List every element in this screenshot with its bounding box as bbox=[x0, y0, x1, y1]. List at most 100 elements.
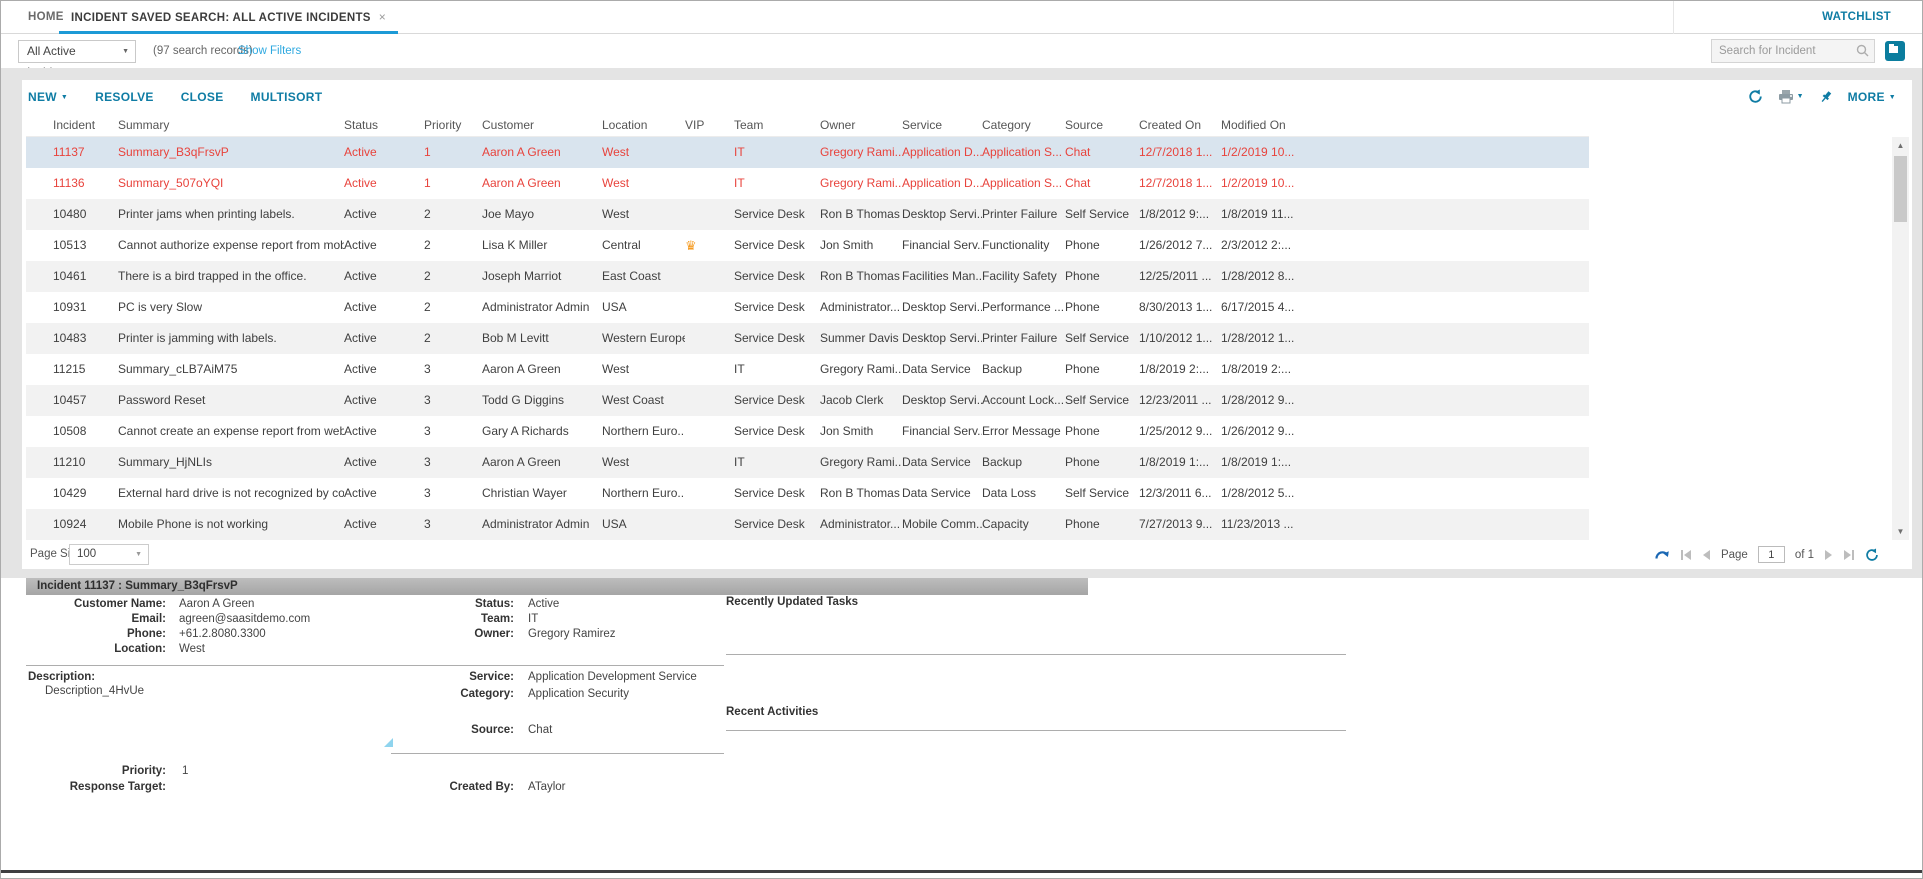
saved-search-icon[interactable] bbox=[1885, 41, 1905, 61]
cell-customer: Todd G Diggins bbox=[482, 385, 602, 416]
cell-modified: 1/8/2019 11... bbox=[1221, 199, 1311, 230]
cell-created: 1/8/2019 2:... bbox=[1139, 354, 1221, 385]
cell-summary: Mobile Phone is not working bbox=[118, 509, 344, 540]
cell-summary: There is a bird trapped in the office. bbox=[118, 261, 344, 292]
watch-icon[interactable] bbox=[1654, 548, 1670, 562]
cell-summary: Password Reset bbox=[118, 385, 344, 416]
cell-owner: Jon Smith bbox=[820, 230, 902, 261]
grid-row-10480[interactable]: 10480Printer jams when printing labels.A… bbox=[26, 199, 1589, 230]
toolbar-icons: ▼ MORE▼ bbox=[1748, 80, 1896, 113]
cell-category: Capacity bbox=[982, 509, 1065, 540]
cell-priority: 3 bbox=[424, 385, 482, 416]
column-header-priority[interactable]: Priority bbox=[424, 113, 482, 136]
cell-priority: 3 bbox=[424, 478, 482, 509]
grid-row-11210[interactable]: 11210Summary_HjNLIsActive3Aaron A GreenW… bbox=[26, 447, 1589, 478]
cell-incident: 10924 bbox=[53, 509, 118, 540]
created-by-value: ATaylor bbox=[528, 781, 566, 793]
cell-status: Active bbox=[344, 323, 424, 354]
first-page-icon[interactable] bbox=[1680, 550, 1692, 560]
print-icon[interactable]: ▼ bbox=[1778, 89, 1804, 104]
grid-row-11215[interactable]: 11215Summary_cLB7AiM75Active3Aaron A Gre… bbox=[26, 354, 1589, 385]
cell-category: Error Message bbox=[982, 416, 1065, 447]
saved-search-dropdown[interactable]: All Active Incidents ▼ bbox=[18, 40, 136, 63]
cell-owner: Ron B Thomas bbox=[820, 199, 902, 230]
grid-row-10508[interactable]: 10508Cannot create an expense report fro… bbox=[26, 416, 1589, 447]
column-header-category[interactable]: Category bbox=[982, 113, 1065, 136]
cell-incident: 10429 bbox=[53, 478, 118, 509]
grid-row-10461[interactable]: 10461There is a bird trapped in the offi… bbox=[26, 261, 1589, 292]
column-header-summary[interactable]: Summary bbox=[118, 113, 344, 136]
refresh-icon[interactable] bbox=[1748, 89, 1763, 104]
scrollbar-thumb[interactable] bbox=[1894, 156, 1907, 222]
textarea-resize-handle[interactable] bbox=[384, 738, 393, 747]
column-header-created[interactable]: Created On bbox=[1139, 113, 1221, 136]
column-header-vip[interactable]: VIP bbox=[685, 113, 734, 136]
cell-category: Printer Failure bbox=[982, 199, 1065, 230]
column-header-service[interactable]: Service bbox=[902, 113, 982, 136]
tab-close-icon[interactable]: × bbox=[379, 10, 386, 24]
last-page-icon[interactable] bbox=[1843, 550, 1855, 560]
cell-modified: 1/26/2012 9... bbox=[1221, 416, 1311, 447]
scroll-down-icon[interactable]: ▼ bbox=[1892, 523, 1909, 540]
cell-modified: 1/28/2012 8... bbox=[1221, 261, 1311, 292]
reload-page-icon[interactable] bbox=[1865, 548, 1879, 562]
column-header-team[interactable]: Team bbox=[734, 113, 820, 136]
grid-row-10457[interactable]: 10457Password ResetActive3Todd G Diggins… bbox=[26, 385, 1589, 416]
page-size-value: 100 bbox=[77, 548, 96, 560]
grid-row-10483[interactable]: 10483Printer is jamming with labels.Acti… bbox=[26, 323, 1589, 354]
multisort-button[interactable]: MULTISORT bbox=[251, 90, 323, 104]
show-filters-link[interactable]: Show Filters bbox=[238, 34, 301, 68]
cell-category: Data Loss bbox=[982, 478, 1065, 509]
folder-glyph bbox=[1889, 46, 1898, 53]
cell-location: West bbox=[602, 199, 685, 230]
column-header-location[interactable]: Location bbox=[602, 113, 685, 136]
more-button[interactable]: MORE▼ bbox=[1848, 90, 1896, 104]
cell-vip bbox=[685, 261, 734, 292]
cell-status: Active bbox=[344, 168, 424, 199]
resolve-button[interactable]: RESOLVE bbox=[95, 90, 154, 104]
cell-summary: Printer jams when printing labels. bbox=[118, 199, 344, 230]
new-button[interactable]: NEW▼ bbox=[28, 90, 68, 104]
grid-row-11136[interactable]: 11136Summary_507oYQIActive1Aaron A Green… bbox=[26, 168, 1589, 199]
column-header-owner[interactable]: Owner bbox=[820, 113, 902, 136]
cell-created: 1/8/2019 1:... bbox=[1139, 447, 1221, 478]
column-header-modified[interactable]: Modified On bbox=[1221, 113, 1311, 136]
cell-source: Phone bbox=[1065, 261, 1139, 292]
pin-icon[interactable] bbox=[1819, 90, 1833, 104]
grid-row-10513[interactable]: 10513Cannot authorize expense report fro… bbox=[26, 230, 1589, 261]
cell-service: Data Service bbox=[902, 354, 982, 385]
grid-row-10429[interactable]: 10429External hard drive is not recogniz… bbox=[26, 478, 1589, 509]
cell-created: 1/26/2012 7... bbox=[1139, 230, 1221, 261]
grid-vertical-scrollbar[interactable]: ▲ ▼ bbox=[1892, 137, 1909, 540]
cell-category: Facility Safety bbox=[982, 261, 1065, 292]
page-number-input[interactable] bbox=[1758, 546, 1785, 563]
cell-owner: Gregory Rami... bbox=[820, 168, 902, 199]
column-header-incident[interactable]: Incident bbox=[53, 113, 118, 136]
grid-row-11137[interactable]: 11137Summary_B3qFrsvPActive1Aaron A Gree… bbox=[26, 137, 1589, 168]
recently-updated-tasks-header: Recently Updated Tasks bbox=[726, 596, 858, 608]
cell-team: Service Desk bbox=[734, 199, 820, 230]
cell-vip bbox=[685, 509, 734, 540]
previous-page-icon[interactable] bbox=[1702, 550, 1711, 560]
application-window: HOME INCIDENT SAVED SEARCH: ALL ACTIVE I… bbox=[0, 0, 1923, 879]
cell-status: Active bbox=[344, 385, 424, 416]
column-header-customer[interactable]: Customer bbox=[482, 113, 602, 136]
column-header-status[interactable]: Status bbox=[344, 113, 424, 136]
content-background: NEW▼ RESOLVE CLOSE MULTISORT ▼ bbox=[1, 68, 1922, 579]
next-page-icon[interactable] bbox=[1824, 550, 1833, 560]
cell-created: 12/7/2018 1... bbox=[1139, 168, 1221, 199]
cell-summary: Printer is jamming with labels. bbox=[118, 323, 344, 354]
cell-modified: 1/28/2012 1... bbox=[1221, 323, 1311, 354]
grid-row-10924[interactable]: 10924Mobile Phone is not workingActive3A… bbox=[26, 509, 1589, 540]
incident-search-input[interactable] bbox=[1719, 42, 1849, 60]
scroll-up-icon[interactable]: ▲ bbox=[1892, 137, 1909, 154]
grid-row-10931[interactable]: 10931PC is very SlowActive2Administrator… bbox=[26, 292, 1589, 323]
cell-team: Service Desk bbox=[734, 292, 820, 323]
search-icon bbox=[1856, 44, 1869, 57]
page-size-dropdown[interactable]: 100 ▼ bbox=[69, 544, 149, 565]
watchlist-link[interactable]: WATCHLIST bbox=[1822, 1, 1891, 34]
column-header-source[interactable]: Source bbox=[1065, 113, 1139, 136]
close-button[interactable]: CLOSE bbox=[181, 90, 224, 104]
tab-incident-saved-search[interactable]: INCIDENT SAVED SEARCH: ALL ACTIVE INCIDE… bbox=[59, 1, 398, 34]
chevron-down-icon: ▼ bbox=[122, 41, 129, 62]
